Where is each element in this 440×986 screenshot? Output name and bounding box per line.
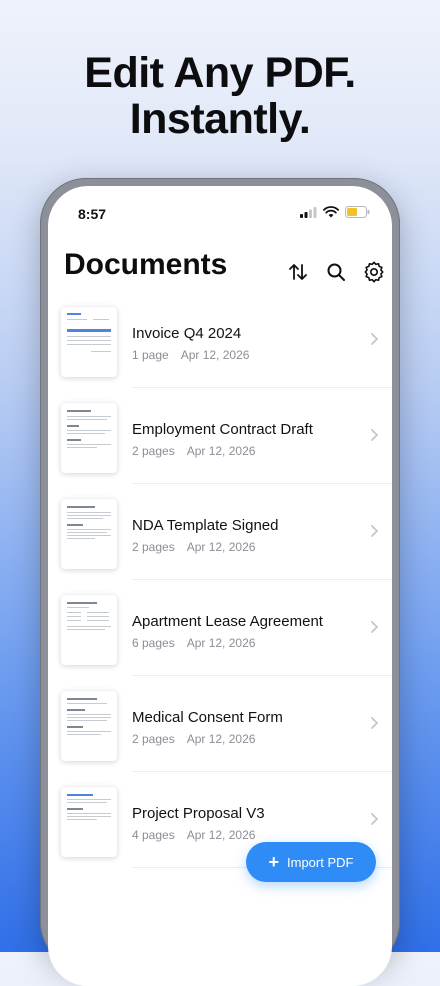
plus-icon: + (268, 852, 280, 872)
chevron-right-icon (371, 429, 379, 441)
phone-screen: 8:57 Documents Invoice Q4 2024 1 page Ap… (48, 186, 392, 986)
settings-button[interactable] (362, 260, 386, 284)
wifi-icon (323, 206, 339, 218)
document-thumbnail (61, 595, 117, 665)
document-pages: 2 pages (132, 540, 175, 554)
document-pages: 1 page (132, 348, 169, 362)
document-name: NDA Template Signed (132, 517, 279, 534)
headline-line-2: Instantly. (129, 95, 311, 143)
document-thumbnail (61, 403, 117, 473)
document-list: Invoice Q4 2024 1 page Apr 12, 2026 Empl… (48, 292, 392, 868)
sort-button[interactable] (286, 260, 310, 284)
document-date: Apr 12, 2026 (186, 444, 256, 458)
document-thumbnail (61, 307, 117, 377)
search-button[interactable] (324, 260, 348, 284)
chevron-right-icon (371, 621, 379, 633)
document-meta: 4 pages Apr 12, 2026 (132, 828, 255, 842)
headline-line-1: Edit Any PDF. (84, 49, 356, 97)
document-thumbnail (61, 787, 117, 857)
status-time: 8:57 (78, 206, 107, 222)
document-meta: 2 pages Apr 12, 2026 (132, 540, 255, 554)
document-meta: 1 page Apr 12, 2026 (132, 348, 249, 362)
status-icons (300, 206, 370, 218)
signal-icon (300, 206, 317, 218)
document-thumbnail (61, 691, 117, 761)
document-meta: 6 pages Apr 12, 2026 (132, 636, 255, 650)
import-pdf-label: Import PDF (287, 854, 354, 870)
document-row[interactable]: Apartment Lease Agreement 6 pages Apr 12,… (48, 580, 392, 676)
sort-icon (289, 264, 307, 280)
document-pages: 2 pages (132, 732, 175, 746)
page-title: Documents (64, 248, 228, 281)
chevron-right-icon (371, 813, 379, 825)
document-row[interactable]: Medical Consent Form 2 pages Apr 12, 2026 (48, 676, 392, 772)
chevron-right-icon (371, 333, 379, 345)
status-bar: 8:57 (48, 186, 392, 230)
chevron-right-icon (371, 525, 379, 537)
document-name: Invoice Q4 2024 (132, 325, 242, 342)
document-pages: 2 pages (132, 444, 175, 458)
document-row[interactable]: Employment Contract Draft 2 pages Apr 12,… (48, 388, 392, 484)
document-thumbnail (61, 499, 117, 569)
document-date: Apr 12, 2026 (186, 828, 256, 842)
document-name: Project Proposal V3 (132, 805, 265, 822)
document-name: Employment Contract Draft (132, 421, 313, 438)
headline: Edit Any PDF. Instantly. (0, 50, 440, 142)
document-name: Apartment Lease Agreement (132, 613, 323, 630)
document-date: Apr 12, 2026 (186, 732, 256, 746)
document-row[interactable]: Invoice Q4 2024 1 page Apr 12, 2026 (48, 292, 392, 388)
document-row[interactable]: NDA Template Signed 2 pages Apr 12, 2026 (48, 484, 392, 580)
document-meta: 2 pages Apr 12, 2026 (132, 732, 255, 746)
settings-icon (364, 261, 384, 283)
document-meta: 2 pages Apr 12, 2026 (132, 444, 255, 458)
chevron-right-icon (371, 717, 379, 729)
document-pages: 6 pages (132, 636, 175, 650)
header-toolbar (286, 260, 386, 284)
import-pdf-button[interactable]: + Import PDF (246, 842, 376, 882)
document-date: Apr 12, 2026 (186, 636, 256, 650)
document-date: Apr 12, 2026 (180, 348, 250, 362)
search-icon (327, 263, 345, 281)
phone-frame: 8:57 Documents Invoice Q4 2024 1 page Ap… (40, 178, 400, 986)
battery-icon (345, 206, 370, 218)
document-pages: 4 pages (132, 828, 175, 842)
document-name: Medical Consent Form (132, 709, 283, 726)
document-date: Apr 12, 2026 (186, 540, 256, 554)
